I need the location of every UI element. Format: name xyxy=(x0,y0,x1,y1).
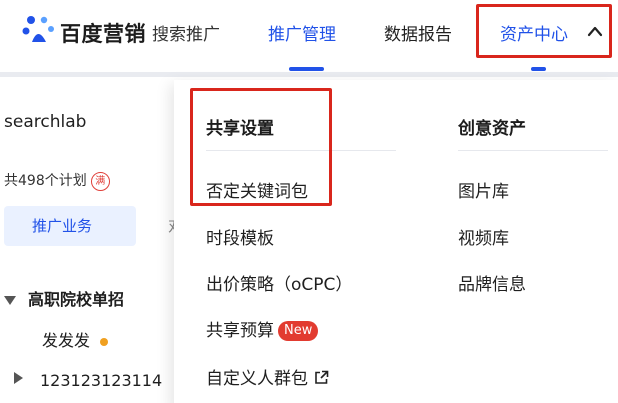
menu-item-label: 共享预算 xyxy=(206,321,274,341)
baidu-marketing-logo-icon[interactable] xyxy=(22,14,56,46)
nav-active-indicator-assets xyxy=(531,67,546,71)
header-divider xyxy=(0,72,618,77)
menu-item-video-library[interactable]: 视频库 xyxy=(458,224,509,249)
page: 百度营销 搜索推广 推广管理 数据报告 资产中心 searchlab 共498个… xyxy=(0,0,618,403)
menu-item-schedule-template[interactable]: 时段模板 xyxy=(206,224,274,249)
tree-item-unit[interactable]: 发发发 xyxy=(42,327,109,351)
product-name: 搜索推广 xyxy=(152,25,220,45)
nav-tab-promotion-management[interactable]: 推广管理 xyxy=(268,20,336,45)
tree-item-campaign-2[interactable]: 123123123114 xyxy=(40,371,162,390)
creative-assets-divider xyxy=(458,150,608,151)
menu-item-shared-budget[interactable]: 共享预算 New xyxy=(206,316,319,341)
brand-name: 百度营销 xyxy=(60,22,146,46)
tree-item-campaign[interactable]: 高职院校单招 xyxy=(4,286,124,310)
tree-item-label: 发发发 xyxy=(42,331,91,350)
nav-active-indicator-promotion xyxy=(289,67,324,71)
new-badge: New xyxy=(278,321,319,341)
tree-item-label: 123123123114 xyxy=(40,371,163,390)
tree-item-label: 高职院校单招 xyxy=(28,290,125,309)
caret-right-icon[interactable] xyxy=(14,372,23,384)
creative-assets-title: 创意资产 xyxy=(458,119,526,139)
nav-tab-data-report[interactable]: 数据报告 xyxy=(384,20,452,45)
account-name[interactable]: searchlab xyxy=(4,112,86,132)
menu-item-image-library[interactable]: 图片库 xyxy=(458,177,509,202)
external-link-icon xyxy=(315,370,329,384)
menu-item-custom-audience[interactable]: 自定义人群包 xyxy=(206,364,329,389)
status-dot-icon xyxy=(100,337,109,346)
caret-down-icon[interactable] xyxy=(4,296,16,305)
full-badge: 满 xyxy=(90,171,110,191)
plan-count-text: 共498个计划 xyxy=(4,173,87,189)
tab-promotion-business-label[interactable]: 推广业务 xyxy=(32,215,92,236)
plan-count: 共498个计划满 xyxy=(4,170,110,191)
menu-item-bid-strategy[interactable]: 出价策略（oCPC） xyxy=(206,270,352,295)
menu-item-brand-info[interactable]: 品牌信息 xyxy=(458,270,526,295)
menu-item-label: 自定义人群包 xyxy=(206,369,308,389)
highlight-box-shared-settings xyxy=(190,88,332,206)
highlight-box-asset-center xyxy=(476,4,612,58)
